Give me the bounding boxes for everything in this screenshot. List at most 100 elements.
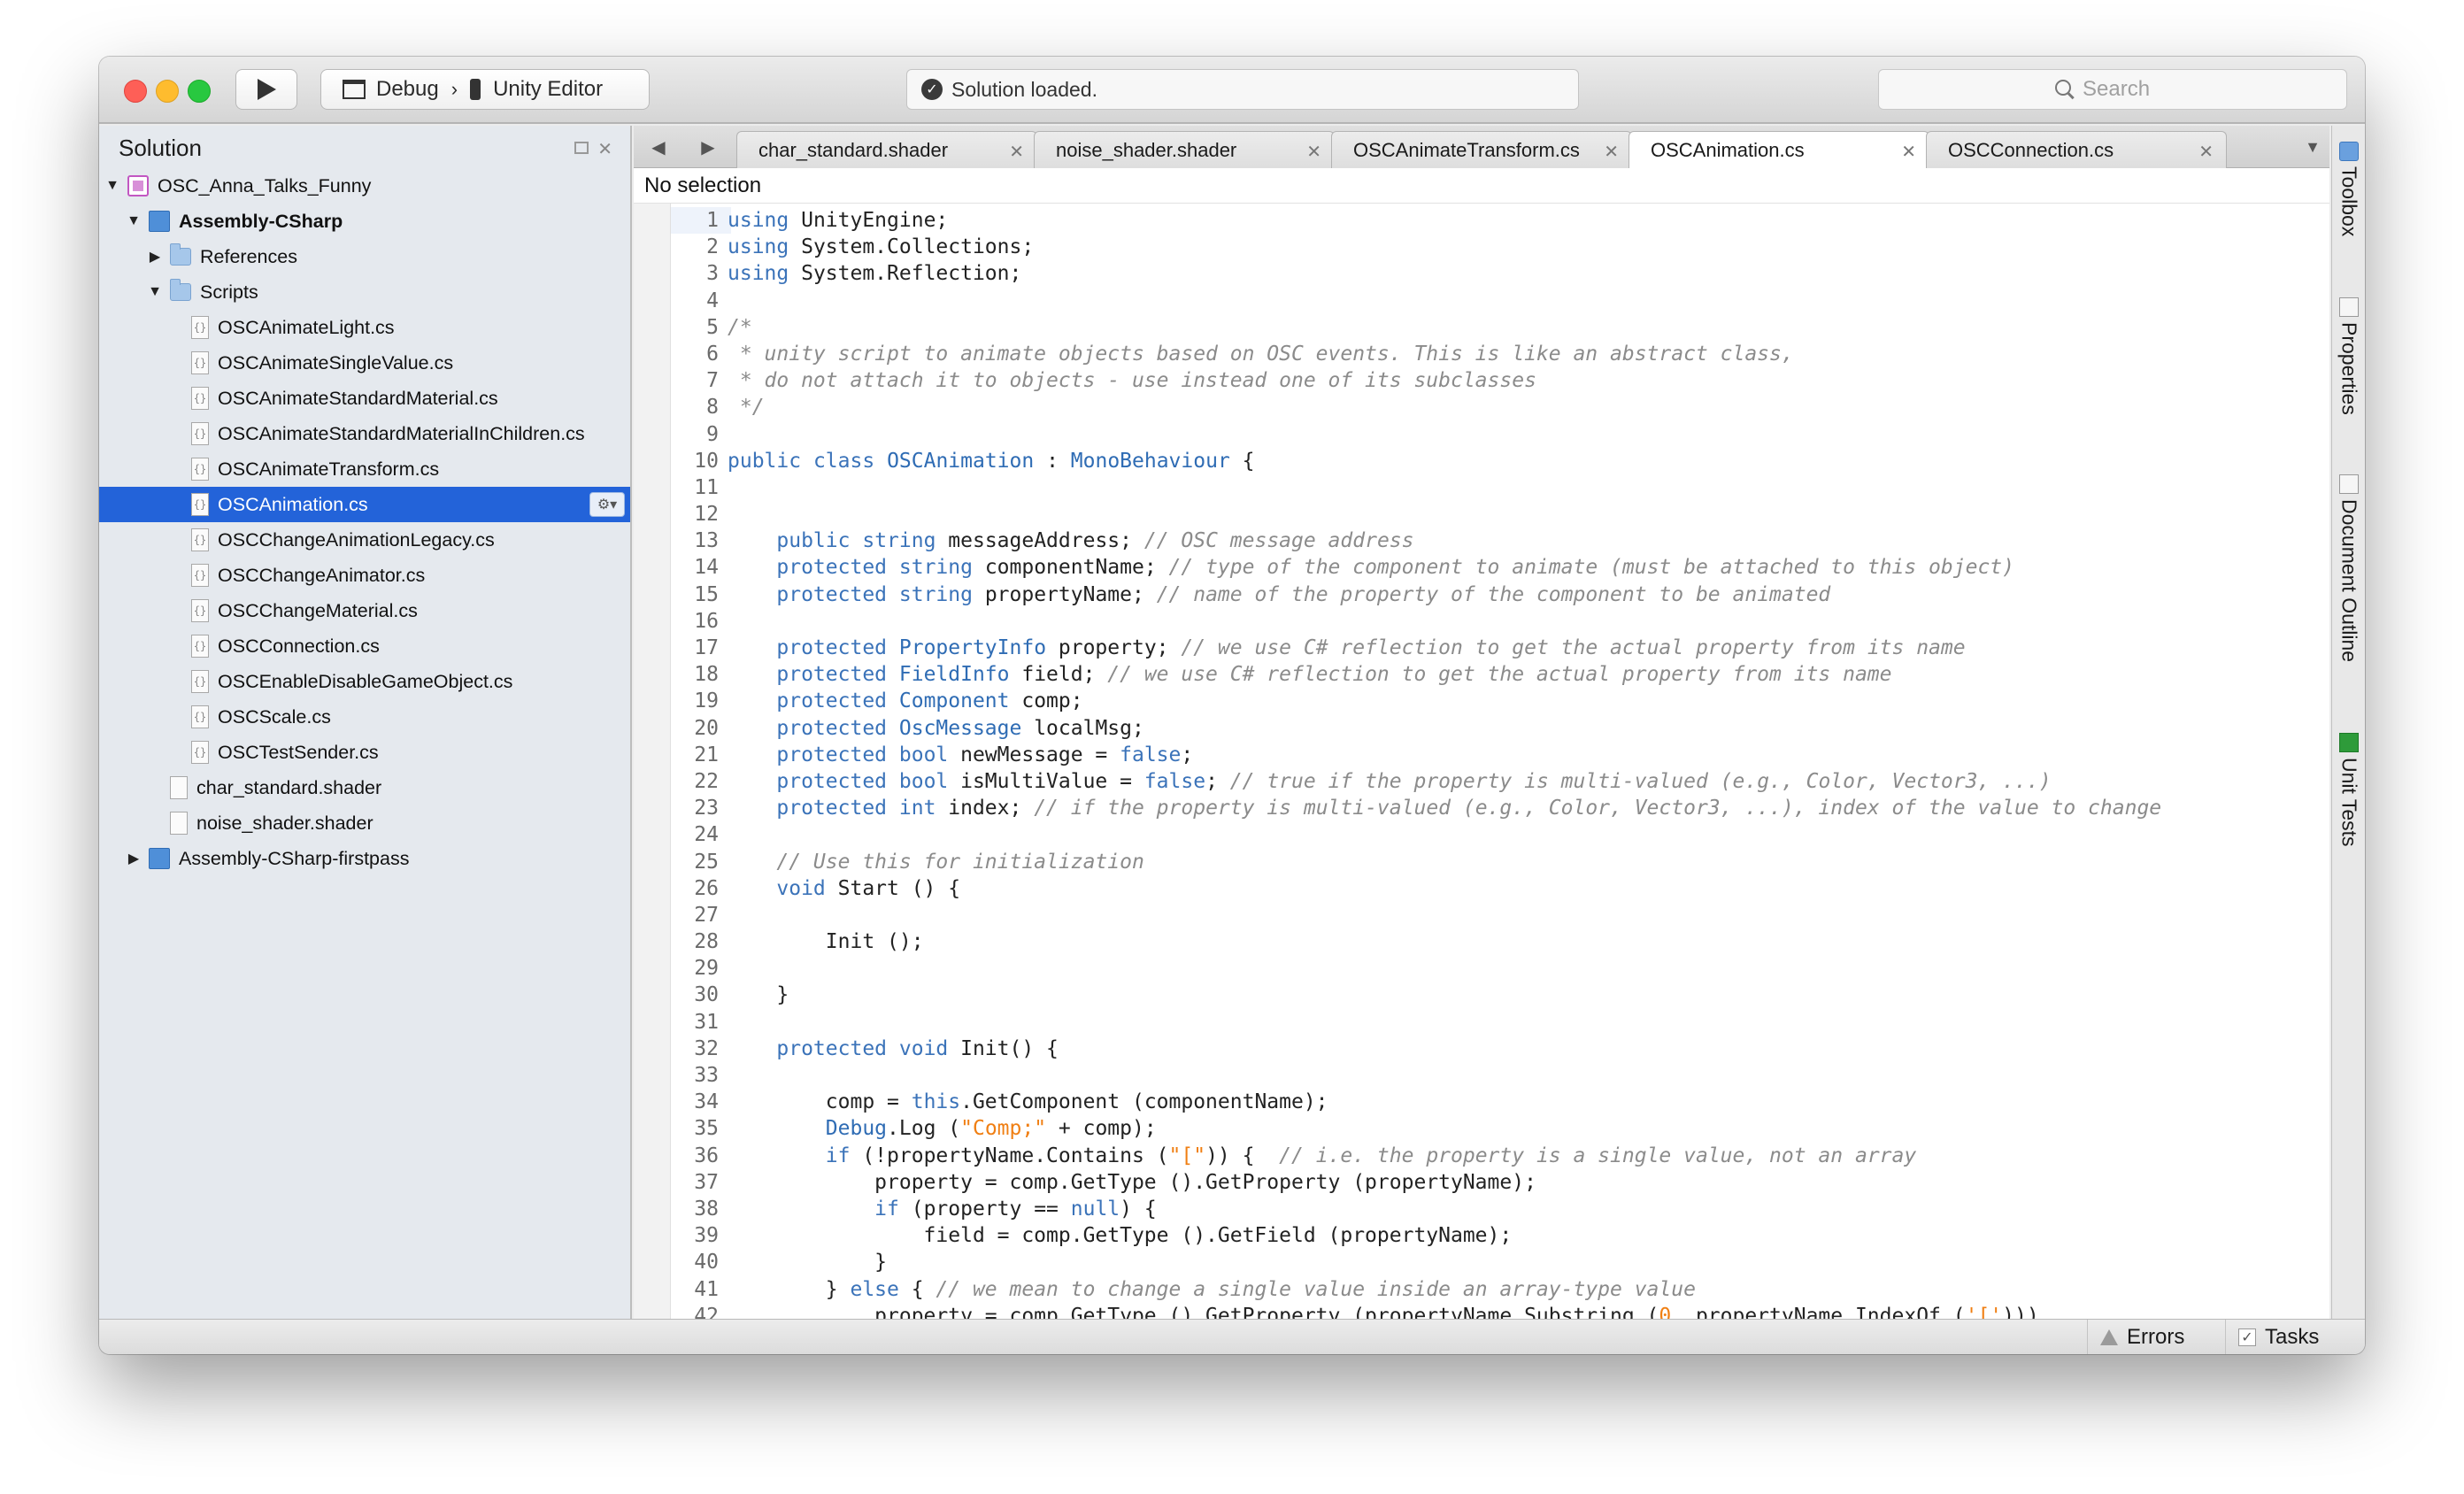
code-line: 2 using System.Collections;	[634, 234, 2329, 260]
tree-item-label: OSCAnimateLight.cs	[218, 316, 395, 338]
code-editor[interactable]: 1 using UnityEngine; 2 using System.Collect…	[634, 204, 2329, 1319]
tree-item[interactable]: ▶{}OSCTestSender.cs	[99, 735, 630, 770]
nav-forward-icon[interactable]: ▶	[690, 133, 726, 161]
tasks-label: Tasks	[2265, 1325, 2320, 1349]
tree-item[interactable]: ▶{}OSCScale.cs	[99, 699, 630, 735]
line-number: 13	[694, 529, 719, 553]
project-icon	[149, 848, 170, 869]
code-line: 21 protected bool newMessage = false;	[634, 742, 2329, 768]
tree-item[interactable]: ▶char_standard.shader	[99, 770, 630, 805]
line-number: 8	[706, 396, 719, 420]
tree-item[interactable]: ▶ References	[99, 239, 630, 274]
tree-item[interactable]: ▶{}OSCAnimateStandardMaterial.cs	[99, 381, 630, 416]
minimize-window-button[interactable]	[156, 80, 179, 103]
tree-item[interactable]: ▶{}OSCAnimation.cs⚙▾	[99, 487, 630, 522]
line-number: 5	[706, 315, 719, 339]
line-number: 7	[706, 369, 719, 393]
tree-item[interactable]: ▶{}OSCAnimateTransform.cs	[99, 451, 630, 487]
code-text: protected string propertyName; // name o…	[776, 582, 1831, 606]
dock-document-outline[interactable]: Document Outline	[2332, 474, 2365, 662]
tree-item[interactable]: ▶ Assembly-CSharp-firstpass	[99, 841, 630, 876]
code-line: 39 field = comp.GetType ().GetField (pro…	[634, 1222, 2329, 1249]
line-number: 36	[694, 1144, 719, 1167]
close-tab-icon[interactable]: ✕	[1306, 141, 1321, 163]
code-text: // Use this for initialization	[776, 850, 1144, 874]
tree-item[interactable]: ▶{}OSCAnimateLight.cs	[99, 310, 630, 345]
disclosure-closed-icon[interactable]: ▶	[126, 850, 142, 867]
tree-item[interactable]: ▶{}OSCAnimateSingleValue.cs	[99, 345, 630, 381]
dock-unit-tests[interactable]: Unit Tests	[2332, 733, 2365, 847]
configuration-selector[interactable]: Debug › Unity Editor	[320, 69, 650, 110]
zoom-window-button[interactable]	[188, 80, 211, 103]
close-tab-icon[interactable]: ✕	[1009, 141, 1024, 163]
code-text: comp = this.GetComponent (componentName)…	[728, 1090, 1328, 1114]
tree-item-label: References	[200, 245, 297, 267]
properties-icon	[2339, 297, 2359, 317]
dock-properties[interactable]: Properties	[2332, 297, 2365, 415]
dock-toolbox-label: Toolbox	[2337, 166, 2361, 237]
code-line: 7 * do not attach it to objects - use in…	[634, 367, 2329, 394]
tree-item[interactable]: ▼ Scripts	[99, 274, 630, 310]
line-number: 6	[706, 342, 719, 366]
search-input[interactable]	[2083, 77, 2171, 102]
tasks-button[interactable]: ✓ Tasks	[2225, 1320, 2365, 1354]
close-tab-icon[interactable]: ✕	[2198, 141, 2214, 163]
search-field[interactable]	[1878, 69, 2347, 110]
tree-item[interactable]: ▶{}OSCConnection.cs	[99, 628, 630, 664]
line-number: 32	[694, 1036, 719, 1060]
tree-item[interactable]: ▼ OSC_Anna_Talks_Funny	[99, 168, 630, 204]
code-line: 34 comp = this.GetComponent (componentNa…	[634, 1089, 2329, 1115]
tree-item[interactable]: ▶{}OSCChangeAnimationLegacy.cs	[99, 522, 630, 558]
line-number: 22	[694, 769, 719, 793]
code-text: if (!propertyName.Contains ("[")) { // i…	[825, 1144, 1917, 1167]
close-tab-icon[interactable]: ✕	[1901, 141, 1916, 163]
disclosure-open-icon[interactable]: ▼	[147, 284, 163, 300]
editor-tab[interactable]: char_standard.shader ✕	[736, 131, 1037, 168]
line-number: 2	[706, 235, 719, 259]
tree-item-label: noise_shader.shader	[196, 812, 373, 834]
disclosure-open-icon[interactable]: ▼	[126, 213, 142, 229]
editor-tab[interactable]: OSCAnimation.cs ✕	[1629, 131, 1929, 169]
editor-area: ◀ ▶ char_standard.shader ✕ noise_shader.sh…	[634, 126, 2329, 1319]
nav-back-icon[interactable]: ◀	[641, 133, 676, 161]
tab-overflow-icon[interactable]: ▼	[2305, 138, 2321, 157]
line-number: 12	[694, 503, 719, 527]
tree-item[interactable]: ▶{}OSCChangeMaterial.cs	[99, 593, 630, 628]
editor-tab[interactable]: OSCConnection.cs ✕	[1926, 131, 2227, 168]
disclosure-open-icon[interactable]: ▼	[104, 178, 120, 194]
code-line: 27	[634, 902, 2329, 928]
tab-label: OSCAnimation.cs	[1651, 139, 1805, 161]
close-window-button[interactable]	[124, 80, 147, 103]
warning-icon	[2100, 1329, 2118, 1345]
code-line: 6 * unity script to animate objects base…	[634, 341, 2329, 367]
tree-item[interactable]: ▶{}OSCChangeAnimator.cs	[99, 558, 630, 593]
tree-item[interactable]: ▶{}OSCAnimateStandardMaterialInChildren.…	[99, 416, 630, 451]
code-text: using System.Collections;	[728, 235, 1035, 259]
line-number: 41	[694, 1277, 719, 1301]
dock-toolbox[interactable]: Toolbox	[2332, 142, 2365, 236]
disclosure-closed-icon[interactable]: ▶	[147, 248, 163, 266]
editor-tab[interactable]: OSCAnimateTransform.cs ✕	[1331, 131, 1632, 168]
code-text: * unity script to animate objects based …	[728, 342, 1794, 366]
tree-item[interactable]: ▶{}OSCEnableDisableGameObject.cs	[99, 664, 630, 699]
line-number: 37	[694, 1170, 719, 1194]
tree-item[interactable]: ▶noise_shader.shader	[99, 805, 630, 841]
close-tab-icon[interactable]: ✕	[1604, 141, 1619, 163]
tab-bar: ◀ ▶ char_standard.shader ✕ noise_shader.sh…	[634, 126, 2329, 169]
editor-tab[interactable]: noise_shader.shader ✕	[1034, 131, 1335, 168]
file-icon: {}	[191, 635, 209, 658]
minimize-icon[interactable]	[574, 142, 589, 154]
code-line: 31	[634, 1009, 2329, 1036]
close-icon[interactable]: ✕	[597, 138, 612, 160]
path-bar[interactable]: No selection	[634, 168, 2329, 204]
code-line: 8 */	[634, 394, 2329, 420]
code-line: 16	[634, 608, 2329, 635]
tree-item[interactable]: ▼ Assembly-CSharp	[99, 204, 630, 239]
line-number: 15	[694, 582, 719, 606]
line-number: 17	[694, 636, 719, 659]
unit-tests-icon	[2339, 733, 2359, 752]
line-number: 35	[694, 1117, 719, 1141]
gear-icon[interactable]: ⚙▾	[589, 492, 625, 517]
errors-button[interactable]: Errors	[2087, 1320, 2225, 1354]
run-button[interactable]	[235, 69, 297, 110]
